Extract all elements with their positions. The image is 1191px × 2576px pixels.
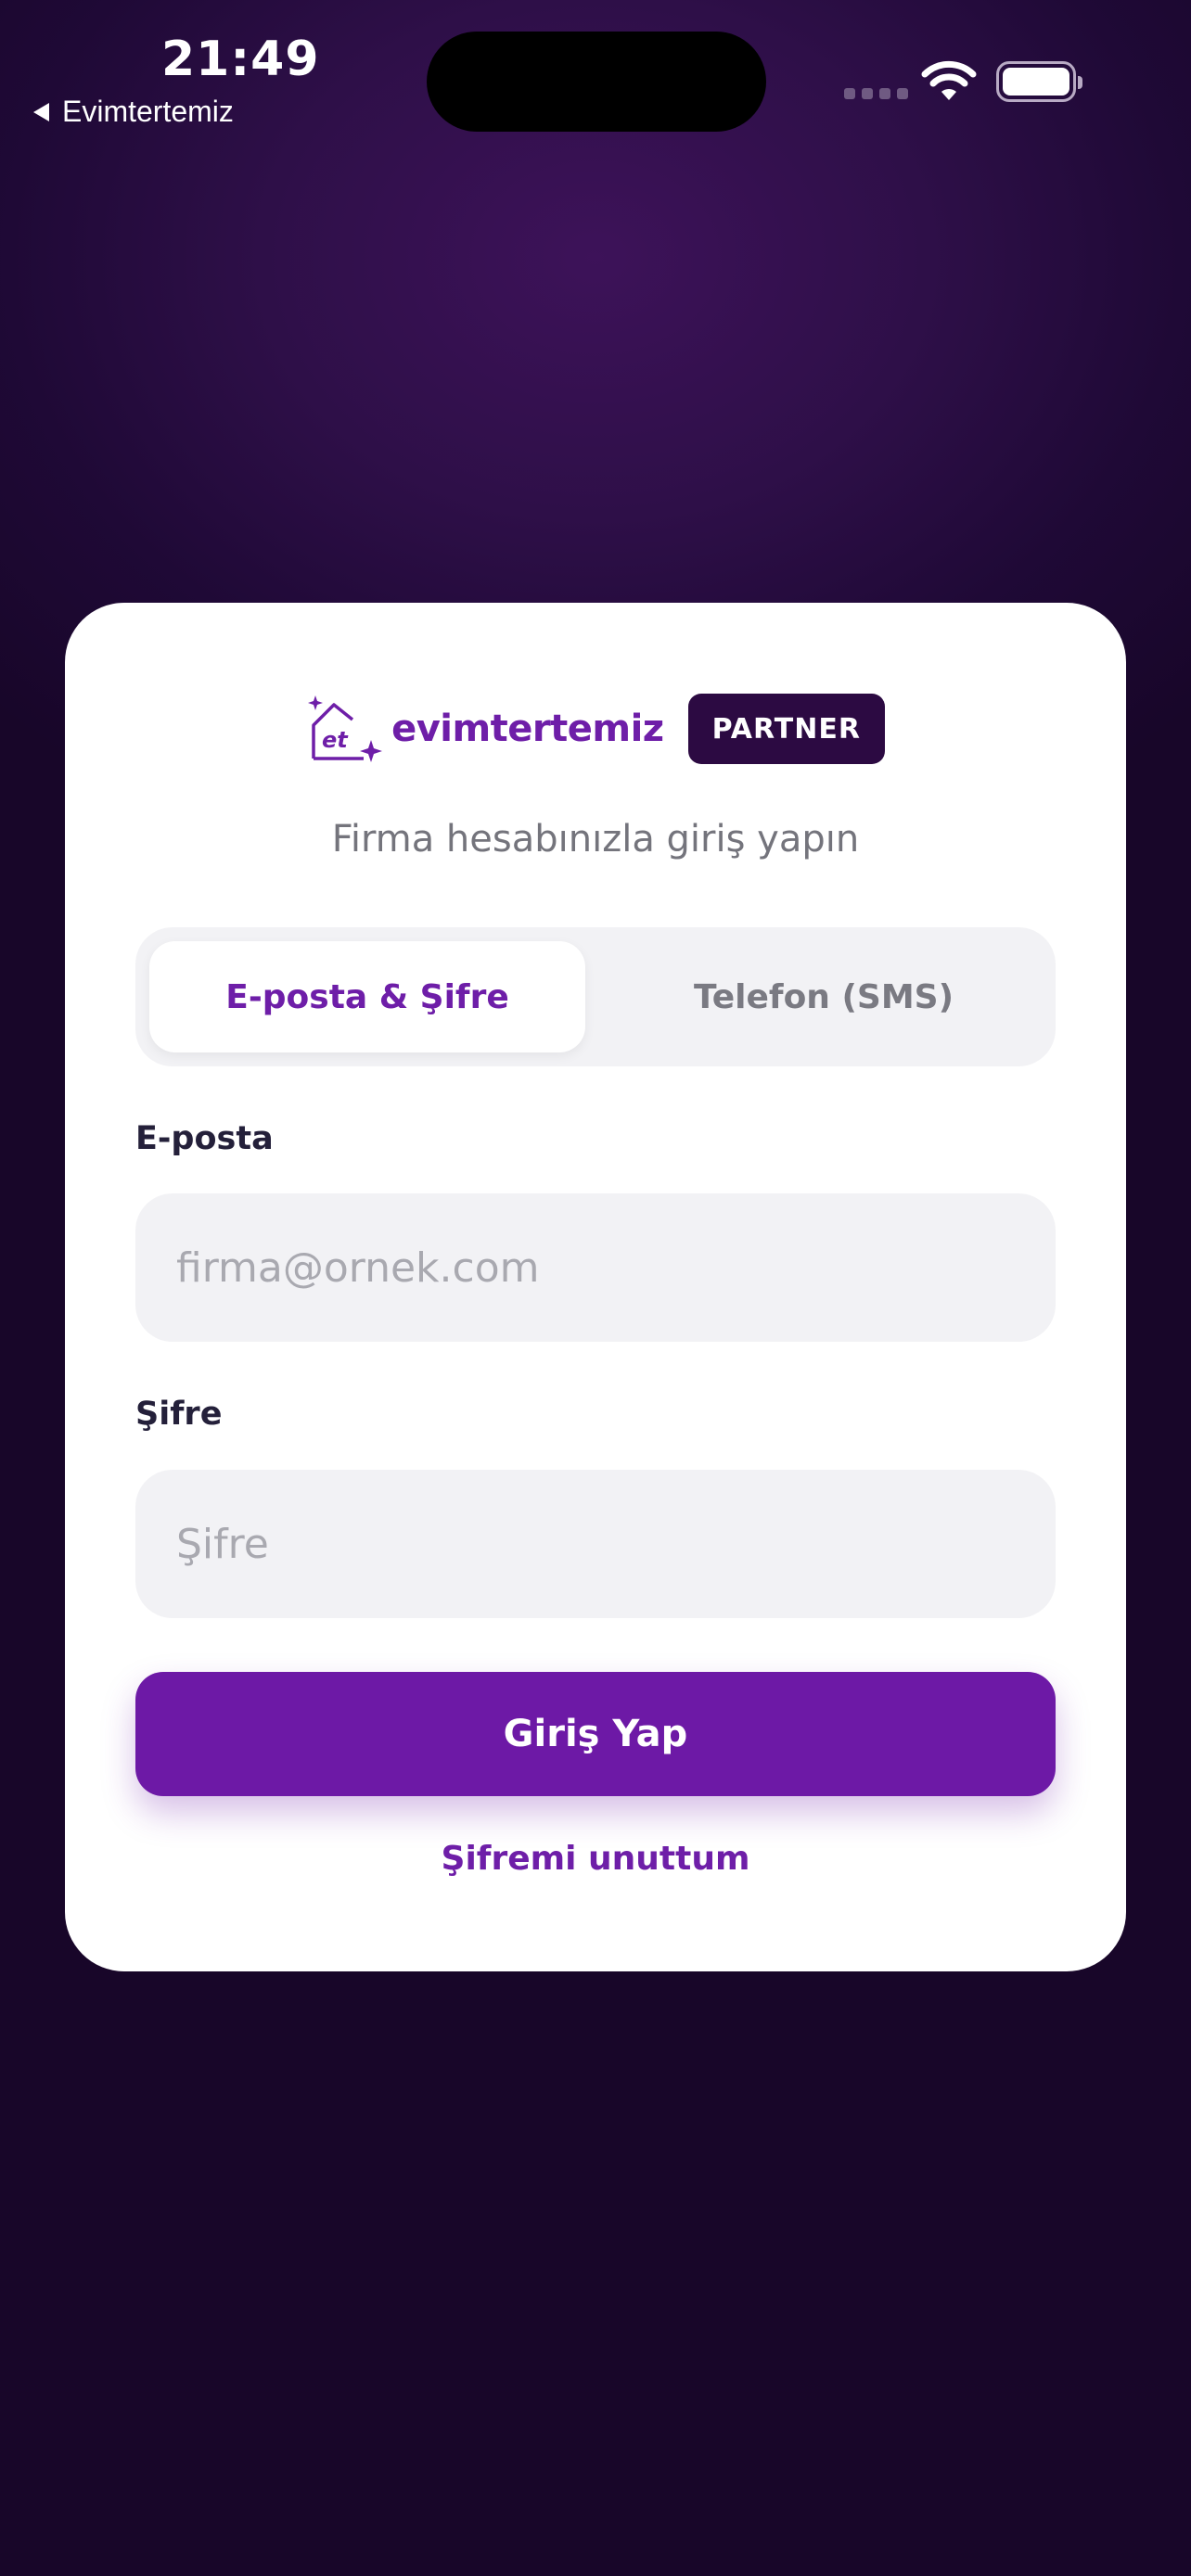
back-app-label: Evimtertemiz: [62, 95, 234, 128]
tab-phone-sms[interactable]: Telefon (SMS): [606, 941, 1042, 1052]
partner-badge: PARTNER: [687, 694, 885, 764]
back-to-app-link[interactable]: Evimtertemiz: [33, 95, 234, 129]
battery-icon: [996, 61, 1082, 102]
brand-header: et evimtertemiz PARTNER: [65, 692, 1126, 766]
house-sparkle-icon: et: [308, 695, 383, 762]
login-method-tabs: E-posta & Şifre Telefon (SMS): [135, 927, 1056, 1066]
login-card: et evimtertemiz PARTNER Firma hesabınızl…: [65, 603, 1126, 1971]
dynamic-island: [427, 32, 766, 132]
login-subtitle: Firma hesabınızla giriş yapın: [331, 818, 860, 861]
forgot-password-link[interactable]: Şifremi unuttum: [65, 1840, 1126, 1878]
evimtertemiz-logo: et evimtertemiz: [306, 692, 664, 766]
wifi-icon: [921, 60, 977, 100]
tab-email-password[interactable]: E-posta & Şifre: [149, 941, 585, 1052]
logo-text: evimtertemiz: [391, 708, 664, 750]
logo-mark-text: et: [322, 727, 349, 753]
login-button[interactable]: Giriş Yap: [135, 1672, 1056, 1796]
email-field[interactable]: [135, 1193, 1056, 1342]
cellular-signal-icon: [844, 88, 908, 99]
password-label: Şifre: [135, 1396, 223, 1433]
back-arrow-icon: [33, 102, 49, 121]
email-label: E-posta: [135, 1120, 274, 1157]
password-field[interactable]: [135, 1470, 1056, 1618]
status-time: 21:49: [161, 32, 320, 87]
